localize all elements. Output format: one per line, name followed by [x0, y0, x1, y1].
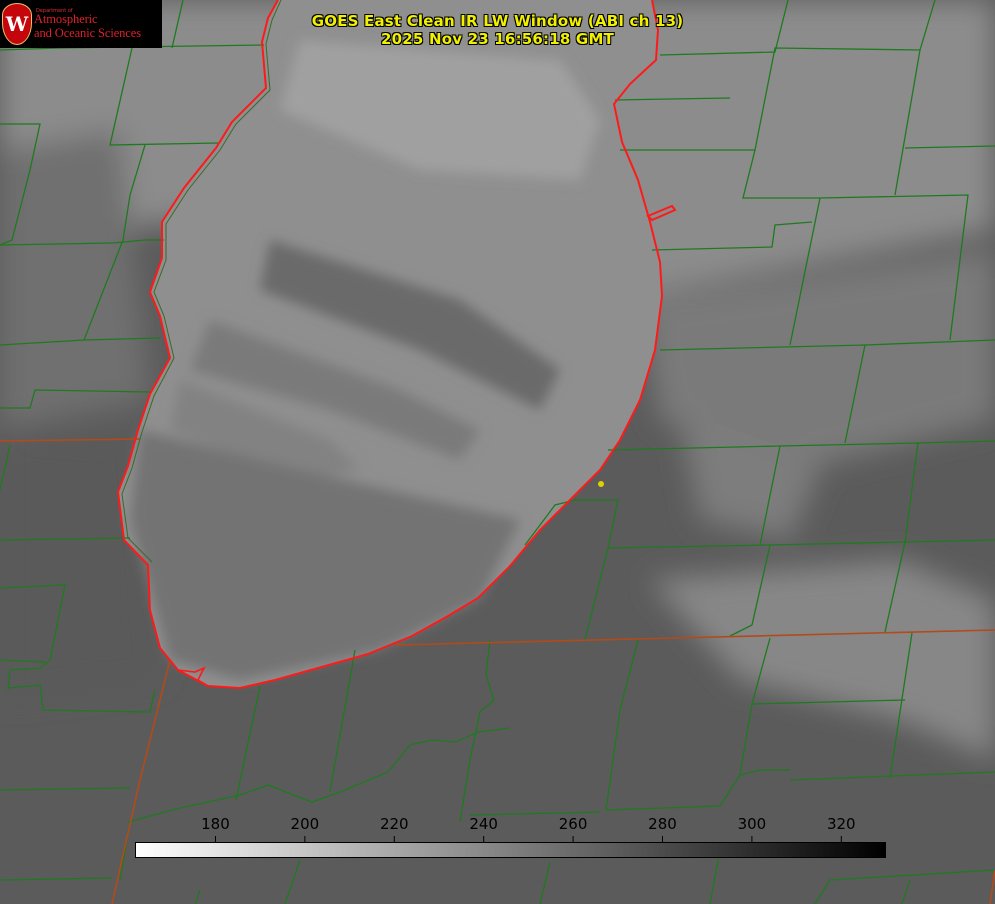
colorbar-tick-label: 240 [469, 815, 498, 833]
colorbar-tick-label: 300 [737, 815, 767, 833]
image-timestamp: 2025 Nov 23 16:56:18 GMT [380, 30, 615, 48]
colorbar-tick-label: 180 [201, 815, 230, 833]
temperature-colorbar [135, 842, 886, 858]
colorbar-tick-label: 320 [826, 815, 856, 833]
colorbar-tick-label: 200 [290, 815, 320, 833]
satellite-map [0, 0, 995, 904]
colorbar-tick-label: 260 [558, 815, 588, 833]
image-title: GOES East Clean IR LW Window (ABI ch 13) [311, 12, 684, 30]
colorbar-tick-label: 280 [648, 815, 677, 833]
colorbar-tick-label: 220 [379, 815, 409, 833]
location-marker [598, 481, 604, 487]
